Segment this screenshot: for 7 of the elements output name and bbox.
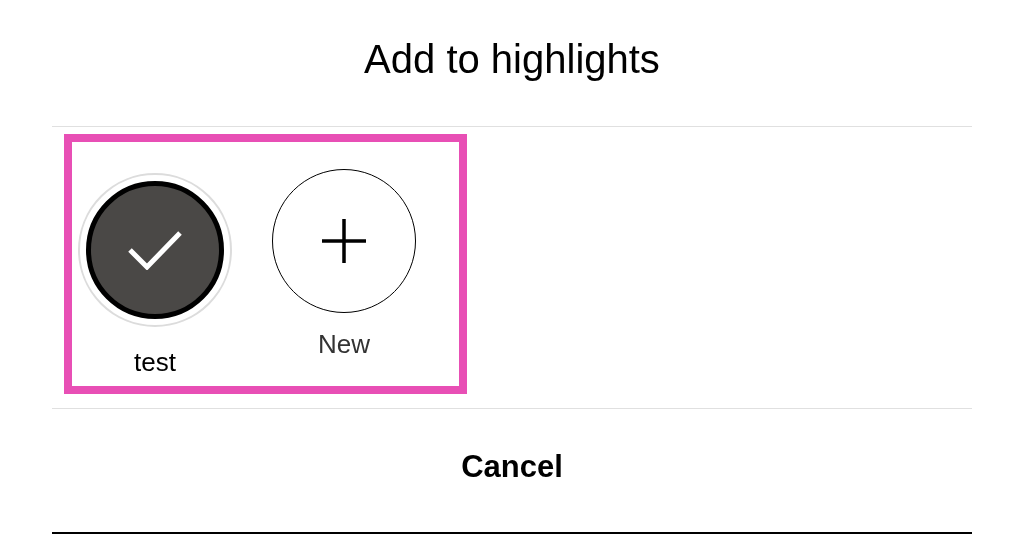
plus-icon bbox=[322, 219, 366, 263]
highlight-cover[interactable] bbox=[78, 173, 232, 327]
sheet-title: Add to highlights bbox=[364, 36, 660, 83]
highlight-label: test bbox=[134, 346, 176, 379]
new-label: New bbox=[318, 328, 370, 361]
cancel-button[interactable]: Cancel bbox=[445, 435, 579, 499]
check-icon bbox=[127, 230, 183, 270]
